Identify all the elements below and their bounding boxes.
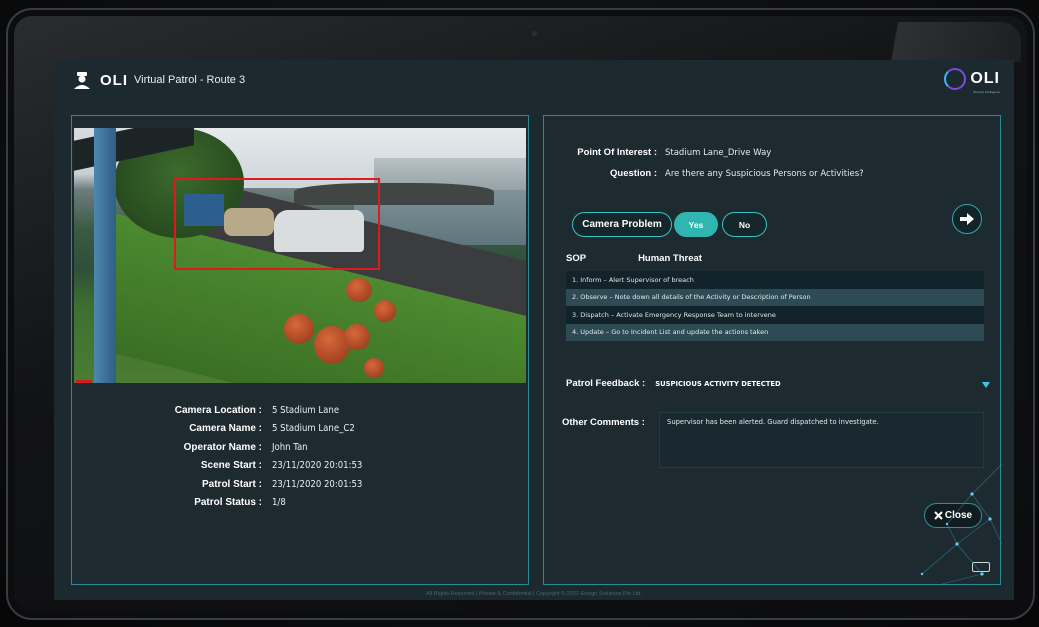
- feed-pot: [364, 358, 384, 378]
- poi-value: Stadium Lane_Drive Way: [665, 147, 772, 158]
- security-guard-icon: [74, 72, 90, 89]
- question-row: Question : Are there any Suspicious Pers…: [566, 163, 864, 184]
- detail-label: Camera Location :: [174, 404, 262, 416]
- answer-buttons: Camera Problem Yes No: [572, 212, 767, 237]
- detail-value: 1/8: [272, 497, 286, 509]
- sop-step: 4. Update – Go to Incident List and upda…: [566, 323, 984, 341]
- detail-row: Camera Location : 5 Stadium Lane: [72, 401, 528, 420]
- question-text: Are there any Suspicious Persons or Acti…: [665, 168, 864, 179]
- detail-row: Scene Start : 23/11/2020 20:01:53: [72, 457, 528, 476]
- detail-value: 5 Stadium Lane_C2: [272, 423, 355, 435]
- screen-glare: [841, 22, 1021, 62]
- detail-value: 5 Stadium Lane: [272, 404, 340, 416]
- comments-label: Other Comments :: [562, 417, 645, 428]
- detail-label: Scene Start :: [200, 460, 262, 472]
- poi-row: Point Of Interest : Stadium Lane_Drive W…: [566, 142, 864, 163]
- company-logo: OLI Security Intelligence: [944, 68, 1000, 94]
- sop-step: 2. Observe – Note down all details of th…: [566, 288, 984, 306]
- patrol-feedback-select[interactable]: Patrol Feedback : SUSPICIOUS ACTIVITY DE…: [566, 378, 990, 389]
- next-button[interactable]: [952, 204, 982, 234]
- network-decoration: [920, 463, 1002, 584]
- point-of-interest: Point Of Interest : Stadium Lane_Drive W…: [566, 142, 864, 184]
- camera-details: Camera Location : 5 Stadium Lane Camera …: [72, 401, 528, 512]
- feed-pot: [374, 300, 396, 322]
- detail-label: Camera Name :: [189, 423, 262, 435]
- logo-text: OLI: [970, 70, 1000, 87]
- detail-value: John Tan: [272, 441, 308, 453]
- camera-panel: Camera Location : 5 Stadium Lane Camera …: [71, 115, 529, 585]
- detail-row: Camera Name : 5 Stadium Lane_C2: [72, 420, 528, 439]
- poi-label: Point Of Interest :: [577, 147, 657, 158]
- top-bar: OLI Virtual Patrol - Route 3 OLI Securit…: [54, 60, 1014, 100]
- sop-step: 3. Dispatch – Activate Emergency Respons…: [566, 306, 984, 324]
- camera-feed[interactable]: [74, 128, 526, 383]
- detail-label: Patrol Start :: [201, 478, 262, 490]
- detail-label: Operator Name :: [183, 441, 262, 453]
- page-title: Virtual Patrol - Route 3: [134, 74, 246, 86]
- feed-pot: [346, 278, 372, 302]
- question-label: Question :: [610, 168, 657, 179]
- detail-value: 23/11/2020 20:01:53: [272, 460, 363, 472]
- footer-copyright: All Rights Reserved | Private & Confiden…: [425, 591, 643, 597]
- app-screen: OLI Virtual Patrol - Route 3 OLI Securit…: [54, 60, 1014, 600]
- chevron-down-icon[interactable]: [982, 382, 990, 388]
- sop-header: SOP Human Threat: [566, 253, 702, 264]
- detail-row: Patrol Start : 23/11/2020 20:01:53: [72, 475, 528, 494]
- feedback-value: SUSPICIOUS ACTIVITY DETECTED: [655, 379, 781, 388]
- no-button[interactable]: No: [722, 212, 767, 237]
- logo-ring-icon: [944, 68, 967, 90]
- warning-triangle-icon: [83, 382, 85, 383]
- feed-post: [94, 128, 116, 383]
- threat-type: Human Threat: [638, 253, 702, 264]
- patrol-panel: Point Of Interest : Stadium Lane_Drive W…: [543, 115, 1002, 585]
- feedback-label: Patrol Feedback :: [566, 378, 646, 389]
- front-camera: [532, 31, 537, 36]
- feed-pot: [284, 314, 314, 344]
- detail-label: Patrol Status :: [194, 497, 262, 509]
- camera-problem-button[interactable]: Camera Problem: [572, 212, 672, 237]
- logo-subtitle: Security Intelligence: [973, 90, 1000, 94]
- arrow-right-icon: [960, 213, 974, 225]
- alert-badge[interactable]: [76, 380, 92, 383]
- detail-value: 23/11/2020 20:01:53: [272, 478, 363, 490]
- sop-steps: 1. Inform – Alert Supervisor of breach 2…: [566, 271, 984, 341]
- detail-row: Patrol Status : 1/8: [72, 494, 528, 513]
- feed-pot: [344, 324, 370, 350]
- brand-name: OLI: [100, 71, 128, 89]
- yes-button[interactable]: Yes: [674, 212, 718, 237]
- tablet-frame: OLI Virtual Patrol - Route 3 OLI Securit…: [6, 8, 1035, 620]
- device-background: OLI Virtual Patrol - Route 3 OLI Securit…: [0, 0, 1039, 627]
- detail-row: Operator Name : John Tan: [72, 438, 528, 457]
- sop-step: 1. Inform – Alert Supervisor of breach: [566, 271, 984, 289]
- sop-label: SOP: [566, 253, 587, 264]
- detection-box[interactable]: [174, 178, 380, 270]
